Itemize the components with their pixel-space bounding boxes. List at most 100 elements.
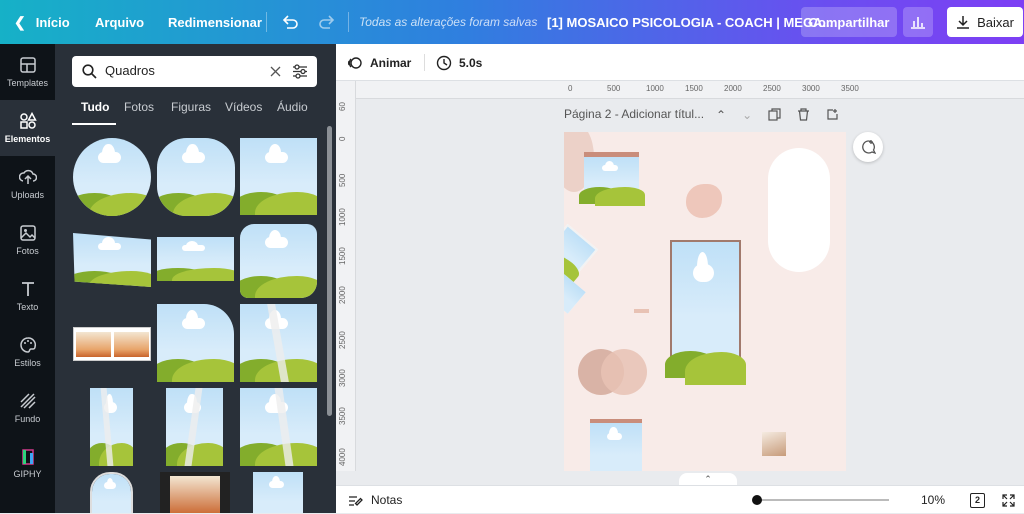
frame-leaf[interactable] <box>157 304 234 382</box>
search-input[interactable] <box>105 63 265 78</box>
file-menu[interactable]: Arquivo <box>95 0 144 44</box>
editor-toolbar: Animar 5.0s <box>336 44 1024 81</box>
duration-button[interactable]: 5.0s <box>436 44 482 81</box>
notes-button[interactable]: Notas <box>348 486 402 514</box>
ruler-label: 60 <box>338 102 347 111</box>
undo-button[interactable] <box>281 0 299 44</box>
filter-icon[interactable] <box>292 64 308 79</box>
frame-torn-tall[interactable] <box>90 388 133 466</box>
sidebar-item-elements[interactable]: Elementos <box>0 100 55 156</box>
frame-torn-double[interactable] <box>240 388 317 466</box>
insights-button[interactable] <box>903 7 933 37</box>
ruler-left: 60 0 500 1000 1500 2000 2500 3000 3500 4… <box>336 81 356 471</box>
frame-simple[interactable] <box>253 472 303 513</box>
zoom-level[interactable]: 10% <box>921 486 945 514</box>
frame-circle[interactable] <box>73 138 151 216</box>
page-count-button[interactable]: 2 <box>970 486 985 514</box>
resize-menu[interactable]: Redimensionar <box>168 0 262 44</box>
chevron-left-icon: ❮ <box>14 13 26 30</box>
photo-icon <box>19 225 36 241</box>
tab-audio[interactable]: Áudio <box>277 100 308 114</box>
palette-icon <box>19 337 36 353</box>
fullscreen-button[interactable] <box>1002 486 1015 514</box>
panel-scrollbar[interactable] <box>327 126 332 416</box>
photo-thumbnail[interactable] <box>762 432 786 456</box>
sidebar-item-uploads[interactable]: Uploads <box>0 156 55 212</box>
add-page-icon[interactable] <box>826 108 839 121</box>
elements-panel: Tudo Fotos Figuras Vídeos Áudio <box>55 44 336 513</box>
home-button[interactable]: ❮ Início <box>14 0 70 44</box>
top-bar: ❮ Início Arquivo Redimensionar Todas as … <box>0 0 1024 44</box>
tab-videos[interactable]: Vídeos <box>225 100 262 114</box>
tab-all[interactable]: Tudo <box>81 100 109 114</box>
frame-torn[interactable] <box>240 304 317 382</box>
frame-tilted[interactable] <box>564 223 599 284</box>
frame-photo[interactable] <box>590 419 642 471</box>
background-icon <box>19 393 36 409</box>
frame-rounded[interactable] <box>240 224 317 298</box>
download-button[interactable]: Baixar <box>947 7 1023 37</box>
ruler-label: 3500 <box>338 407 347 425</box>
ruler-top: 0 500 1000 1500 2000 2500 3000 3500 <box>356 81 1024 99</box>
design-page[interactable] <box>564 132 846 471</box>
text-icon <box>21 282 34 296</box>
canvas-area: 0 500 1000 1500 2000 2500 3000 3500 60 0… <box>336 81 1024 471</box>
sidebar-item-giphy[interactable]: GIPHY <box>0 436 55 492</box>
frame-arch[interactable] <box>90 472 133 513</box>
frame-filmstrip[interactable] <box>73 327 151 361</box>
elements-icon <box>19 112 37 129</box>
ruler-label: 1500 <box>338 247 347 265</box>
tab-indicator <box>72 123 116 125</box>
download-icon <box>957 16 970 29</box>
side-rail: Templates Elementos Uploads Fotos Texto … <box>0 44 55 513</box>
frame-square[interactable] <box>240 138 317 215</box>
page-title[interactable]: Página 2 - Adicionar títul... <box>564 107 704 121</box>
ruler-label: 1500 <box>685 84 703 93</box>
sidebar-item-background[interactable]: Fundo <box>0 380 55 436</box>
frame-photo[interactable] <box>578 152 645 207</box>
ruler-label: 500 <box>338 173 347 187</box>
share-button[interactable]: Compartilhar <box>801 7 897 37</box>
clock-icon <box>436 55 452 70</box>
ruler-label: 1000 <box>646 84 664 93</box>
ruler-label: 3500 <box>841 84 859 93</box>
frame-skewed[interactable] <box>73 233 151 287</box>
add-comment-button[interactable] <box>853 132 883 162</box>
ruler-label: 2500 <box>338 331 347 349</box>
frame-tilted[interactable] <box>564 274 586 314</box>
animate-icon <box>347 56 362 69</box>
undo-icon <box>282 15 298 29</box>
chevron-down-icon[interactable]: ⌄ <box>742 108 752 122</box>
frame-torn-tall-2[interactable] <box>166 388 223 466</box>
clear-icon[interactable] <box>270 66 281 77</box>
redo-button[interactable] <box>318 0 336 44</box>
animate-button[interactable]: Animar <box>347 44 411 81</box>
sidebar-item-styles[interactable]: Estilos <box>0 324 55 380</box>
chevron-up-icon: ⌃ <box>704 473 712 484</box>
frame-film[interactable] <box>160 472 230 513</box>
divider <box>424 54 425 71</box>
sidebar-item-templates[interactable]: Templates <box>0 44 55 100</box>
zoom-slider[interactable] <box>756 499 889 501</box>
frame-selected[interactable] <box>665 240 746 385</box>
sidebar-item-text[interactable]: Texto <box>0 268 55 324</box>
tab-shapes[interactable]: Figuras <box>171 100 211 114</box>
redo-icon <box>319 15 335 29</box>
sidebar-item-photos[interactable]: Fotos <box>0 212 55 268</box>
document-title[interactable]: [1] MOSAICO PSICOLOGIA - COACH | MEGA... <box>547 0 833 44</box>
bar-chart-icon <box>911 17 925 29</box>
duplicate-icon[interactable] <box>768 108 781 121</box>
ruler-label: 3000 <box>802 84 820 93</box>
search-box[interactable] <box>72 56 317 87</box>
decor-blob <box>686 184 722 218</box>
giphy-icon <box>21 449 34 465</box>
frame-scalloped[interactable] <box>157 138 235 216</box>
tab-photos[interactable]: Fotos <box>124 100 154 114</box>
frame-wide[interactable] <box>157 237 234 281</box>
decor-bar <box>634 309 649 313</box>
bottom-bar: Notas 10% 2 <box>336 485 1024 513</box>
trash-icon[interactable] <box>797 108 810 121</box>
chevron-up-icon[interactable]: ⌃ <box>716 108 726 122</box>
zoom-slider-handle[interactable] <box>752 495 762 505</box>
show-pages-button[interactable]: ⌃ <box>679 473 737 485</box>
